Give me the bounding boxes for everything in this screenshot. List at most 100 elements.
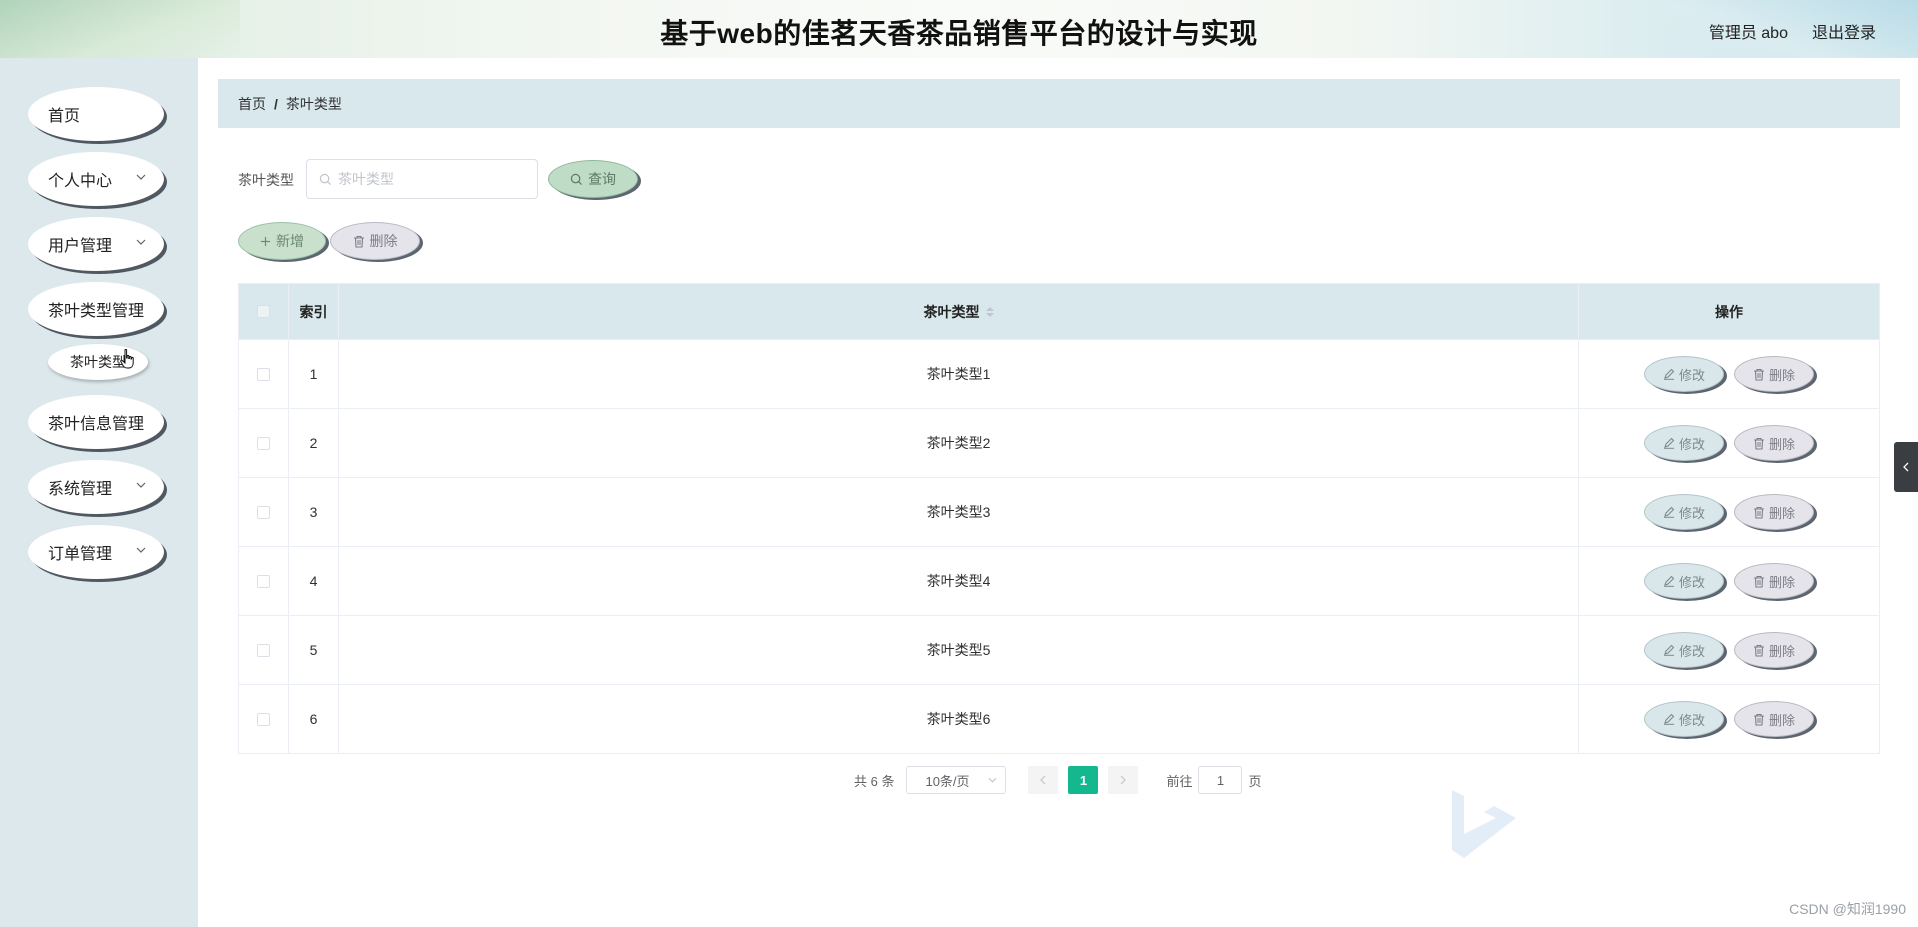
chevron-down-icon	[988, 777, 997, 783]
row-tea-type: 茶叶类型3	[339, 478, 1579, 546]
sort-icon[interactable]	[985, 306, 994, 317]
edit-icon	[1663, 575, 1675, 587]
chevron-left-icon	[1903, 462, 1909, 472]
search-input[interactable]	[338, 171, 518, 187]
logout-link[interactable]: 退出登录	[1812, 19, 1876, 43]
batch-delete-button[interactable]: 删除	[330, 222, 420, 260]
query-button-label: 查询	[588, 171, 616, 187]
user-area: 管理员 abo 退出登录	[1709, 19, 1876, 43]
row-check-cell	[239, 616, 289, 684]
plus-icon	[260, 236, 271, 246]
edit-button-label: 修改	[1678, 574, 1705, 590]
row-actions: 修改 删除	[1579, 409, 1879, 477]
row-tea-type: 茶叶类型1	[339, 340, 1579, 408]
table-row: 5 茶叶类型5 修改 删除	[239, 615, 1879, 684]
delete-button-label: 删除	[1768, 367, 1795, 383]
delete-button-label: 删除	[1768, 436, 1795, 452]
edit-button-label: 修改	[1678, 505, 1705, 521]
table-body: 1 茶叶类型1 修改 删除 2 茶叶类型2 修改 删除 3 茶叶类型3 修改 删…	[239, 339, 1879, 753]
row-index: 3	[289, 478, 339, 546]
page-size-select[interactable]: 10条/页	[906, 766, 1007, 794]
delete-button[interactable]: 删除	[1734, 701, 1814, 737]
current-user-label: 管理员 abo	[1708, 25, 1788, 42]
row-checkbox[interactable]	[257, 643, 270, 657]
edit-button[interactable]: 修改	[1644, 425, 1724, 461]
delete-button-label: 删除	[1768, 643, 1795, 659]
edit-button[interactable]: 修改	[1644, 632, 1724, 668]
goto-prefix: 前往	[1166, 773, 1193, 789]
sidebar: 首页 个人中心 用户管理 茶叶类型管理 茶叶类型 茶叶信息管理 系统管理 订单管…	[0, 58, 198, 927]
edit-icon	[1663, 437, 1675, 449]
search-label: 茶叶类型	[238, 172, 294, 188]
edit-button[interactable]: 修改	[1644, 701, 1724, 737]
sidebar-item-order-management[interactable]: 订单管理	[28, 525, 164, 579]
chevron-down-icon	[136, 237, 146, 248]
delete-button[interactable]: 删除	[1734, 494, 1814, 530]
page-size-value: 10条/页	[925, 773, 970, 789]
prev-page-button[interactable]	[1028, 766, 1059, 794]
row-tea-type: 茶叶类型5	[339, 616, 1579, 684]
watermark-logo-icon	[1452, 790, 1516, 858]
select-all-checkbox[interactable]	[257, 305, 270, 318]
row-checkbox[interactable]	[257, 712, 270, 726]
next-page-button[interactable]	[1108, 766, 1139, 794]
delete-button-label: 删除	[1768, 505, 1795, 521]
delete-button[interactable]: 删除	[1734, 563, 1814, 599]
chevron-right-icon	[1121, 775, 1127, 785]
row-actions: 修改 删除	[1579, 685, 1879, 753]
edit-button-label: 修改	[1678, 367, 1705, 383]
row-index: 5	[289, 616, 339, 684]
tea-type-table: 索引 茶叶类型 操作 1 茶叶类型1 修改 删除 2 茶叶类型2 修改 删除 3…	[238, 283, 1880, 754]
edit-button[interactable]: 修改	[1644, 356, 1724, 392]
header-type: 茶叶类型	[923, 303, 980, 320]
row-checkbox[interactable]	[257, 436, 270, 450]
table-row: 6 茶叶类型6 修改 删除	[239, 684, 1879, 753]
page-number-current[interactable]: 1	[1068, 766, 1099, 794]
table-row: 4 茶叶类型4 修改 删除	[239, 546, 1879, 615]
trash-icon	[1753, 368, 1764, 381]
add-button[interactable]: 新增	[238, 222, 326, 260]
sidebar-item-personal-center[interactable]: 个人中心	[28, 152, 164, 206]
header-ops: 操作	[1715, 303, 1743, 320]
delete-button[interactable]: 删除	[1734, 632, 1814, 668]
edit-icon	[1663, 506, 1675, 518]
side-panel-toggle[interactable]	[1894, 442, 1918, 492]
trash-icon	[1753, 437, 1764, 450]
sidebar-item-label: 用户管理	[48, 238, 113, 255]
breadcrumb-home[interactable]: 首页	[238, 94, 266, 114]
batch-delete-label: 删除	[369, 233, 398, 249]
row-actions: 修改 删除	[1579, 547, 1879, 615]
row-checkbox[interactable]	[257, 367, 270, 381]
edit-icon	[1663, 368, 1675, 380]
row-checkbox[interactable]	[257, 574, 270, 588]
sidebar-item-tea-info-management[interactable]: 茶叶信息管理	[28, 395, 164, 449]
pagination-total: 共 6 条	[854, 773, 895, 789]
sidebar-item-tea-type-management[interactable]: 茶叶类型管理	[28, 282, 164, 336]
sidebar-item-user-management[interactable]: 用户管理	[28, 217, 164, 271]
row-actions: 修改 删除	[1579, 478, 1879, 546]
query-button[interactable]: 查询	[548, 160, 638, 198]
goto-page-input[interactable]: 1	[1198, 766, 1243, 794]
search-field[interactable]	[306, 159, 538, 199]
edit-button-label: 修改	[1678, 436, 1705, 452]
sidebar-subitem-label: 茶叶类型	[70, 354, 126, 370]
header-check-cell	[239, 284, 289, 339]
goto-suffix: 页	[1248, 773, 1262, 789]
top-header: 基于web的佳茗天香茶品销售平台的设计与实现 管理员 abo 退出登录	[0, 0, 1918, 58]
row-checkbox[interactable]	[257, 505, 270, 519]
delete-button[interactable]: 删除	[1734, 425, 1814, 461]
table-header: 索引 茶叶类型 操作	[239, 284, 1879, 339]
sidebar-item-label: 茶叶信息管理	[48, 416, 145, 433]
row-check-cell	[239, 547, 289, 615]
chevron-left-icon	[1040, 775, 1046, 785]
breadcrumb-separator: /	[274, 95, 278, 112]
chevron-down-icon	[136, 480, 146, 491]
delete-button[interactable]: 删除	[1734, 356, 1814, 392]
header-type-cell[interactable]: 茶叶类型	[339, 284, 1579, 339]
edit-button[interactable]: 修改	[1644, 494, 1724, 530]
sidebar-item-home[interactable]: 首页	[28, 87, 164, 141]
edit-button[interactable]: 修改	[1644, 563, 1724, 599]
search-icon	[570, 173, 583, 185]
sidebar-item-system-management[interactable]: 系统管理	[28, 460, 164, 514]
delete-button-label: 删除	[1768, 574, 1795, 590]
